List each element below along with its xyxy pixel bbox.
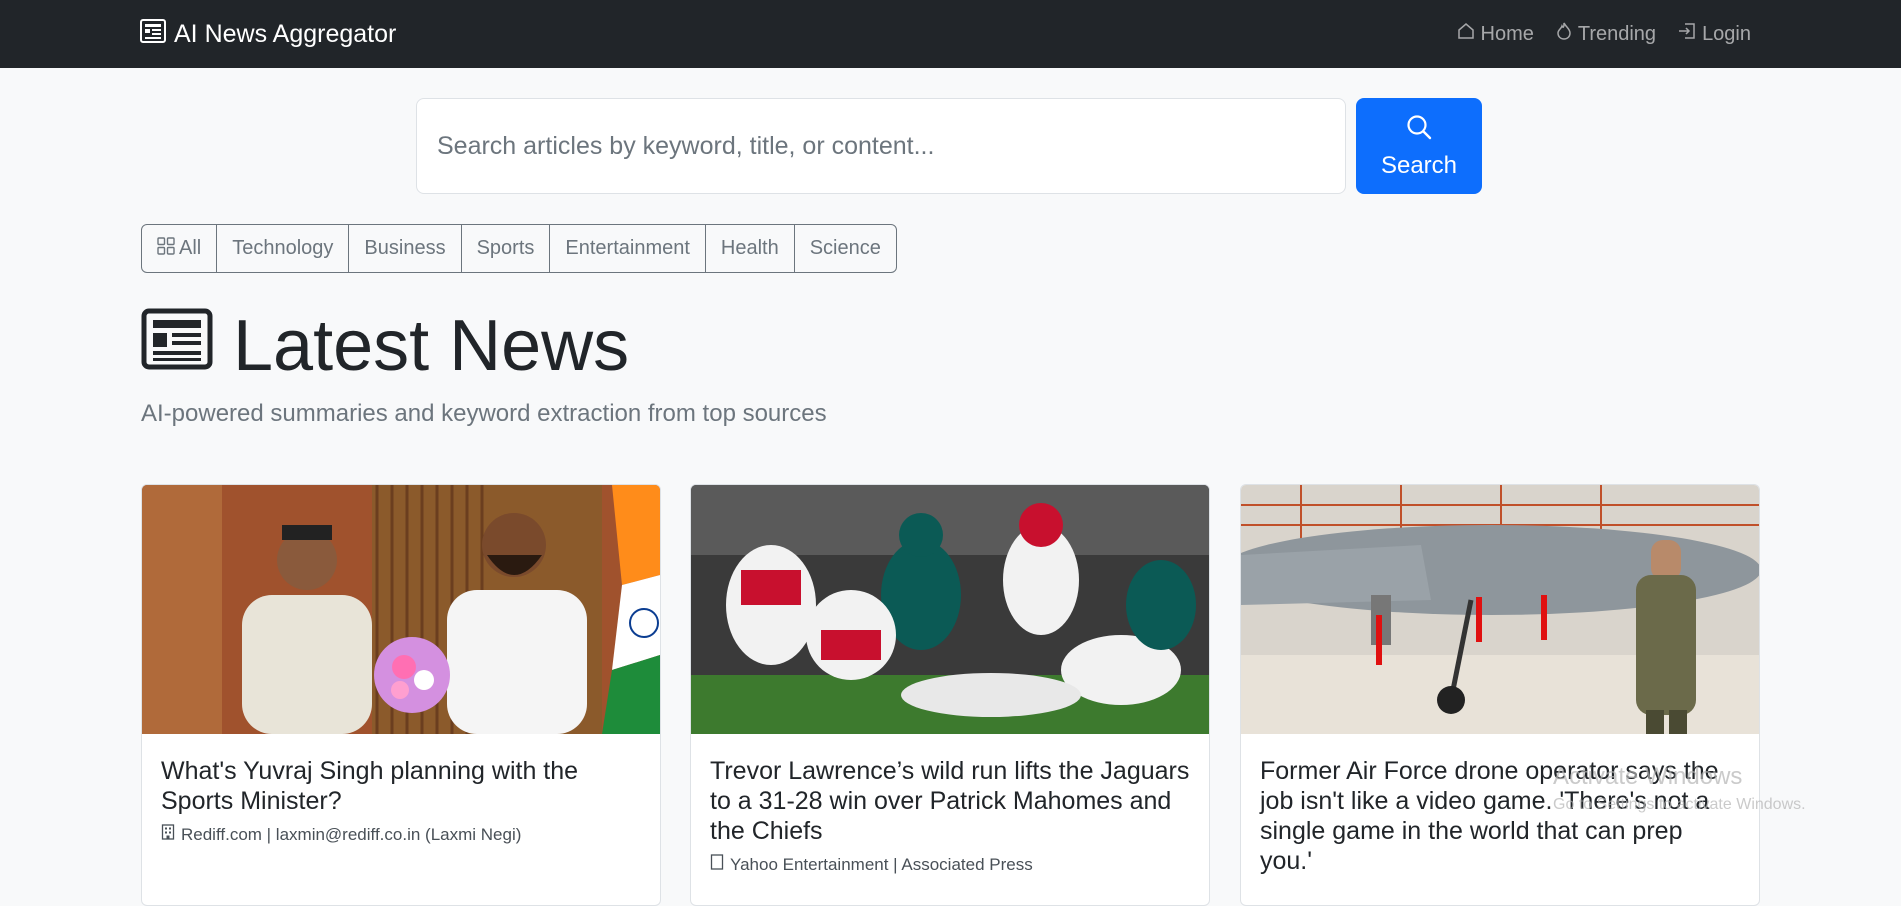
nav-login-link[interactable]: Login: [1678, 22, 1751, 46]
newspaper-icon: [140, 18, 166, 51]
windows-activation-watermark: Activate Windows: [1553, 763, 1743, 790]
article-card[interactable]: Trevor Lawrence’s wild run lifts the Jag…: [690, 484, 1210, 906]
article-image[interactable]: [142, 485, 660, 734]
nav-trending-label: Trending: [1577, 22, 1657, 45]
search-button-label: Search: [1380, 151, 1458, 179]
login-icon: [1678, 22, 1696, 46]
article-body: Former Air Force drone operator says the…: [1241, 734, 1759, 898]
page-subtitle: AI-powered summaries and keyword extract…: [141, 400, 827, 427]
category-technology[interactable]: Technology: [217, 225, 350, 272]
article-title[interactable]: What's Yuvraj Singh planning with the Sp…: [161, 756, 641, 816]
brand-link[interactable]: AI News Aggregator: [140, 0, 396, 68]
building-icon: [161, 824, 175, 845]
page-heading: Latest News: [141, 305, 629, 387]
nav-home-label: Home: [1480, 22, 1534, 45]
windows-activation-hint: Go to Settings to activate Windows.: [1553, 796, 1806, 813]
category-sports[interactable]: Sports: [462, 225, 551, 272]
category-all[interactable]: All: [142, 225, 218, 272]
article-card[interactable]: What's Yuvraj Singh planning with the Sp…: [141, 484, 661, 906]
article-source: Rediff.com | laxmin@rediff.co.in (Laxmi …: [181, 824, 522, 844]
article-title[interactable]: Trevor Lawrence’s wild run lifts the Jag…: [710, 756, 1190, 846]
nav-links: Home Trending Login: [1457, 0, 1751, 68]
brand-title: AI News Aggregator: [174, 19, 397, 48]
nav-home-link[interactable]: Home: [1457, 22, 1534, 46]
article-image[interactable]: [1241, 485, 1759, 734]
nav-login-label: Login: [1702, 22, 1751, 45]
nav-trending-link[interactable]: Trending: [1556, 22, 1656, 46]
navbar: AI News Aggregator Home Trending Login: [0, 0, 1901, 68]
search-form: Search: [416, 98, 1482, 194]
category-health[interactable]: Health: [706, 225, 795, 272]
category-filter: All Technology Business Sports Entertain…: [141, 224, 897, 273]
newspaper-icon: [141, 305, 213, 387]
article-card[interactable]: Former Air Force drone operator says the…: [1240, 484, 1760, 906]
category-all-label: All: [179, 237, 202, 259]
article-body: What's Yuvraj Singh planning with the Sp…: [142, 734, 660, 867]
category-business[interactable]: Business: [349, 225, 462, 272]
article-meta: Rediff.com | laxmin@rediff.co.in (Laxmi …: [161, 824, 641, 845]
search-icon: [1405, 113, 1433, 148]
search-button[interactable]: Search: [1356, 98, 1482, 194]
fire-icon: [1556, 22, 1572, 46]
page-title: Latest News: [233, 306, 630, 386]
house-icon: [1457, 22, 1475, 46]
grid-icon: [157, 236, 175, 261]
search-input[interactable]: [416, 98, 1346, 194]
category-entertainment[interactable]: Entertainment: [550, 225, 706, 272]
category-science[interactable]: Science: [795, 225, 896, 272]
article-image[interactable]: [691, 485, 1209, 734]
article-body: Trevor Lawrence’s wild run lifts the Jag…: [691, 734, 1209, 897]
